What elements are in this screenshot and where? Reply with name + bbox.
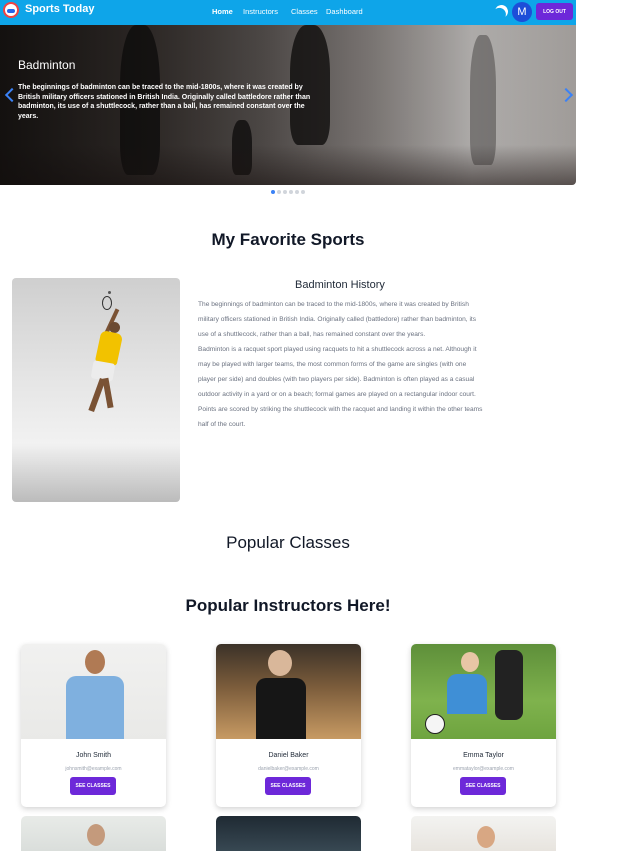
instructor-email: danielbaker@example.com: [258, 766, 319, 772]
instructor-head: [87, 824, 105, 846]
instructor-head: [477, 826, 495, 848]
favorite-sports-heading: My Favorite Sports: [211, 230, 365, 249]
floor-shadow: [12, 442, 180, 502]
instructor-head: [85, 650, 105, 674]
instructor-photo: [216, 644, 361, 739]
brand-name[interactable]: Sports Today: [25, 3, 94, 15]
nav-link-instructors[interactable]: Instructors: [243, 7, 278, 16]
nav-link-classes[interactable]: Classes: [291, 7, 318, 16]
instructor-card-partial: [21, 816, 166, 851]
instructor-card-partial: [411, 816, 556, 851]
badminton-player-image: [12, 278, 180, 502]
instructor-card-partial: [216, 816, 361, 851]
carousel-dot[interactable]: [283, 190, 287, 194]
see-classes-button[interactable]: SEE CLASSES: [70, 777, 116, 795]
instructor-card: Emma Taylor emmataylor@example.com SEE C…: [411, 644, 556, 807]
instructor-name: Daniel Baker: [268, 752, 309, 759]
history-paragraph: The beginnings of badminton can be trace…: [198, 301, 477, 338]
see-classes-button[interactable]: SEE CLASSES: [460, 777, 506, 795]
carousel-dot[interactable]: [289, 190, 293, 194]
history-body: The beginnings of badminton can be trace…: [198, 297, 486, 432]
navbar: Sports Today Home Instructors Classes Da…: [0, 0, 576, 25]
carousel-dot[interactable]: [295, 190, 299, 194]
history-paragraph: Badminton is a racquet sport played usin…: [198, 346, 483, 428]
instructor-head: [461, 652, 479, 672]
carousel-dot[interactable]: [277, 190, 281, 194]
instructor-body: [256, 678, 306, 739]
shuttlecock: [108, 291, 111, 294]
hero-text: The beginnings of badminton can be trace…: [18, 84, 311, 120]
page: Sports Today Home Instructors Classes Da…: [0, 0, 623, 851]
instructor-email: emmataylor@example.com: [453, 766, 514, 772]
logout-button[interactable]: LOG OUT: [536, 3, 573, 20]
hero-title: Badminton: [18, 58, 76, 72]
nav-link-dashboard[interactable]: Dashboard: [326, 7, 363, 16]
history-title: Badminton History: [295, 279, 385, 291]
carousel-dot[interactable]: [301, 190, 305, 194]
soccer-ball-icon: [425, 714, 445, 734]
instructor-name: Emma Taylor: [463, 752, 504, 759]
see-classes-button[interactable]: SEE CLASSES: [265, 777, 311, 795]
instructor-head: [268, 650, 292, 676]
instructor-body: [495, 650, 523, 720]
instructor-body: [66, 676, 124, 739]
instructors-heading: Popular Instructors Here!: [185, 596, 391, 615]
nav-link-home[interactable]: Home: [212, 7, 233, 16]
avatar[interactable]: M: [512, 2, 532, 22]
player-leg: [102, 377, 114, 409]
instructor-name: John Smith: [75, 752, 112, 759]
instructor-email: johnsmith@example.com: [65, 766, 122, 772]
instructor-card: John Smith johnsmith@example.com SEE CLA…: [21, 644, 166, 807]
racket: [102, 296, 112, 310]
logo-icon[interactable]: [3, 2, 19, 18]
popular-classes-heading: Popular Classes: [226, 533, 350, 552]
hero-carousel: Badminton The beginnings of badminton ca…: [0, 25, 576, 185]
instructor-body: [447, 674, 487, 714]
carousel-indicators: [271, 190, 305, 194]
instructor-photo: [21, 644, 166, 739]
moon-icon[interactable]: [493, 3, 510, 20]
instructor-card: Daniel Baker danielbaker@example.com SEE…: [216, 644, 361, 807]
instructor-photo: [411, 644, 556, 739]
carousel-dot[interactable]: [271, 190, 275, 194]
